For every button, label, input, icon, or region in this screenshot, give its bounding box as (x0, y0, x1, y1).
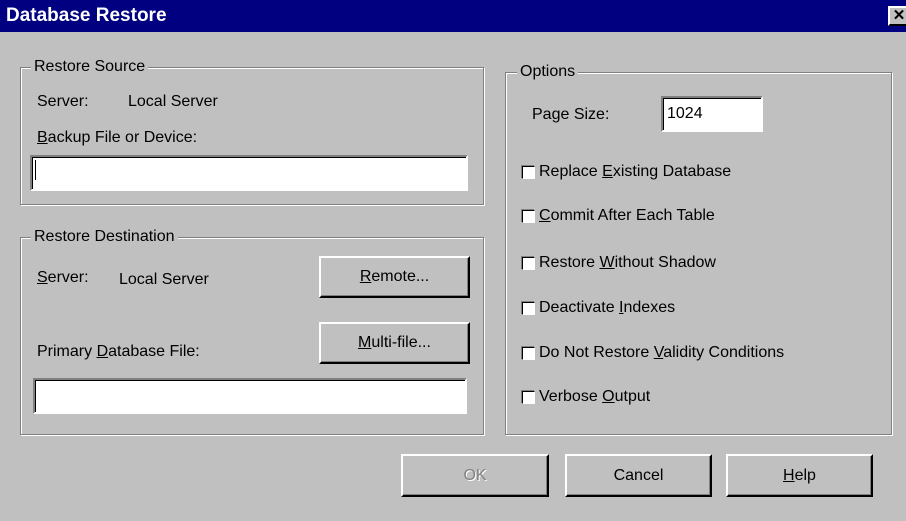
help-button-label-post: elp (794, 466, 816, 484)
checkbox-box[interactable] (522, 346, 535, 360)
close-icon: ✕ (892, 7, 906, 24)
checkbox-restore-without-shadow[interactable]: Restore Without Shadow (521, 254, 716, 272)
checkbox-label-pre: Verbose (539, 388, 603, 405)
page-size-label-post: e Size: (560, 106, 610, 123)
checkbox-label: Verbose Output (539, 388, 650, 406)
source-server-label: Server: (37, 93, 89, 110)
restore-source-legend: Restore Source (31, 58, 149, 76)
checkbox-label-pre: Deactivate (539, 299, 620, 316)
checkbox-replace-existing-database[interactable]: Replace Existing Database (521, 163, 731, 181)
page-size-value: 1024 (667, 105, 703, 122)
checkbox-label: Deactivate Indexes (539, 299, 675, 317)
backup-file-label: Backup File or Device: (37, 129, 197, 147)
checkbox-label-post: xisting Database (612, 163, 732, 180)
checkbox-label: Commit After Each Table (539, 207, 715, 225)
primary-database-label-post: atabase File: (108, 343, 200, 360)
checkbox-label: Do Not Restore Validity Conditions (539, 344, 784, 362)
checkbox-box[interactable] (522, 256, 535, 270)
checkbox-box[interactable] (522, 165, 535, 179)
checkbox-verbose-output[interactable]: Verbose Output (521, 388, 650, 406)
checkbox-label-post: ndexes (623, 299, 676, 316)
backup-file-input[interactable] (30, 155, 468, 191)
checkbox-commit-after-each-table[interactable]: Commit After Each Table (521, 207, 715, 225)
primary-database-label-accel: D (96, 343, 109, 360)
destination-server-label-post: erver: (47, 269, 89, 286)
remote-button-accel: R (359, 268, 372, 285)
options-legend: Options (517, 63, 579, 81)
checkbox-label-post: utput (614, 388, 651, 405)
help-button[interactable]: Help (726, 454, 873, 497)
destination-server-label-accel: S (37, 269, 48, 286)
multi-file-button-label: Multi-file... (358, 334, 431, 352)
checkbox-label-post: ithout Shadow (614, 254, 716, 271)
remote-button-label: Remote... (360, 268, 429, 286)
checkbox-label: Replace Existing Database (539, 163, 731, 181)
checkbox-do-not-restore-validity-conditions[interactable]: Do Not Restore Validity Conditions (521, 344, 784, 362)
title-bar: Database Restore (0, 0, 906, 32)
backup-file-label-accel: B (37, 129, 48, 146)
restore-destination-legend: Restore Destination (31, 228, 178, 246)
backup-file-label-post: ackup File or Device: (47, 129, 198, 146)
checkbox-label-pre: Do Not Restore (539, 344, 654, 361)
checkbox-label-accel: W (599, 254, 615, 271)
page-size-label: Page Size: (532, 106, 609, 124)
destination-server-label: Server: (37, 269, 89, 287)
destination-server-value: Local Server (119, 271, 209, 288)
help-button-accel: H (783, 466, 795, 484)
ok-button-label: OK (463, 466, 487, 484)
multi-file-button-accel: M (358, 334, 372, 351)
checkbox-label: Restore Without Shadow (539, 254, 716, 272)
source-server-value: Local Server (128, 93, 218, 110)
multi-file-button-label-post: ulti-file... (371, 334, 431, 351)
help-button-label: Help (783, 467, 816, 485)
checkbox-label-pre: Restore (539, 254, 600, 271)
cancel-button[interactable]: Cancel (565, 454, 712, 497)
checkbox-label-accel: E (602, 163, 613, 180)
multi-file-button[interactable]: Multi-file... (319, 322, 470, 364)
primary-database-label: Primary Database File: (37, 343, 200, 361)
checkbox-label-accel: O (602, 388, 615, 405)
checkbox-label-pre: Replace (539, 163, 603, 180)
cancel-button-label: Cancel (613, 466, 664, 484)
primary-database-label-pre: Primary (37, 343, 97, 360)
remote-button-label-post: emote... (371, 268, 430, 285)
checkbox-box[interactable] (522, 390, 535, 404)
ok-button[interactable]: OK (401, 454, 549, 497)
window-title: Database Restore (6, 5, 167, 26)
checkbox-label-post: ommit After Each Table (550, 207, 715, 224)
close-button[interactable]: ✕ (888, 6, 906, 26)
checkbox-box[interactable] (522, 209, 535, 223)
checkbox-box[interactable] (522, 301, 535, 315)
checkbox-label-accel: C (539, 207, 551, 224)
checkbox-label-post: alidity Conditions (663, 344, 785, 361)
checkbox-label-accel: V (653, 344, 664, 361)
page-size-input[interactable]: 1024 (661, 96, 763, 132)
primary-database-input[interactable] (33, 378, 467, 414)
text-caret (35, 160, 36, 180)
checkbox-deactivate-indexes[interactable]: Deactivate Indexes (521, 299, 675, 317)
page-size-label-pre: Pa (532, 106, 552, 123)
remote-button[interactable]: Remote... (319, 256, 470, 298)
